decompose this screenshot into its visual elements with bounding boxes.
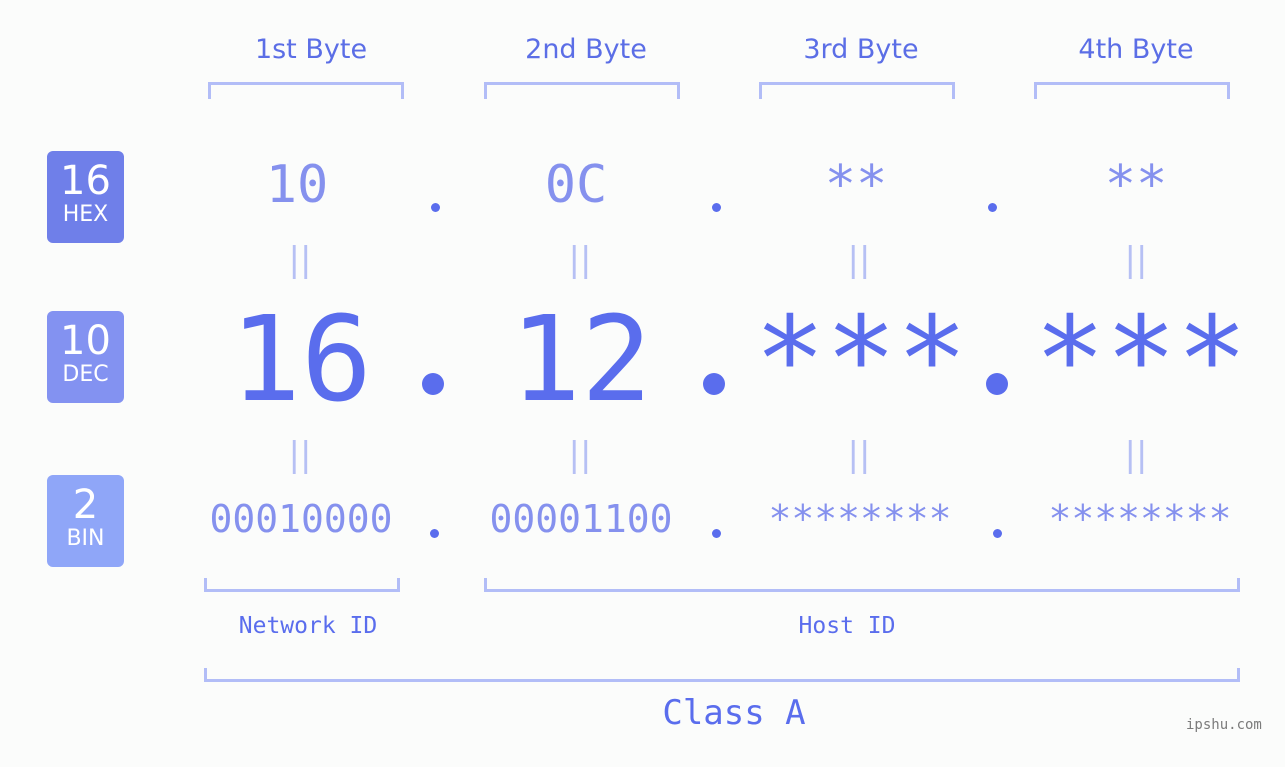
byte-bracket-3 [759, 82, 955, 99]
watermark: ipshu.com [1186, 717, 1262, 733]
equals-sign: || [288, 435, 312, 475]
hex-dot-1 [431, 203, 440, 212]
equals-sign: || [1124, 435, 1148, 475]
hex-value-1: 10 [265, 155, 329, 215]
equals-sign: || [288, 240, 312, 280]
byte-header-4: 4th Byte [1078, 34, 1194, 65]
bin-value-2: 00001100 [489, 497, 673, 541]
equals-sign: || [568, 435, 592, 475]
bin-badge-number: 2 [72, 482, 99, 528]
class-label: Class A [662, 693, 806, 733]
dec-badge-label: DEC [62, 362, 109, 387]
byte-bracket-4 [1034, 82, 1230, 99]
hex-dot-3 [988, 203, 997, 212]
hex-badge-number: 16 [60, 158, 111, 204]
equals-sign: || [568, 240, 592, 280]
equals-sign: || [847, 240, 871, 280]
network-id-bracket [204, 578, 400, 592]
dec-value-2: 12 [509, 290, 653, 428]
hex-dot-2 [712, 203, 721, 212]
class-bracket [204, 668, 1240, 682]
bin-dot-2 [712, 529, 721, 538]
hex-value-3: ** [824, 155, 888, 215]
dec-value-3: *** [754, 290, 968, 428]
byte-header-1: 1st Byte [254, 34, 368, 65]
bin-dot-3 [993, 529, 1002, 538]
dec-value-1: 16 [229, 290, 373, 428]
dec-value-4: *** [1034, 290, 1248, 428]
bin-dot-1 [430, 529, 439, 538]
host-id-label: Host ID [798, 613, 896, 639]
hex-value-4: ** [1104, 155, 1168, 215]
host-id-bracket [484, 578, 1240, 592]
dec-badge: 10 DEC [47, 311, 124, 403]
byte-header-3: 3rd Byte [803, 34, 919, 65]
dec-badge-number: 10 [60, 318, 111, 364]
equals-sign: || [847, 435, 871, 475]
hex-badge: 16 HEX [47, 151, 124, 243]
bin-value-3: ******** [768, 497, 952, 541]
network-id-label: Network ID [238, 613, 378, 639]
bin-badge: 2 BIN [47, 475, 124, 567]
byte-bracket-2 [484, 82, 680, 99]
byte-bracket-1 [208, 82, 404, 99]
equals-sign: || [1124, 240, 1148, 280]
byte-header-2: 2nd Byte [525, 34, 647, 65]
hex-value-2: 0C [544, 155, 608, 215]
hex-badge-label: HEX [62, 202, 109, 227]
dec-dot-2 [703, 373, 725, 395]
dec-dot-3 [986, 373, 1008, 395]
bin-value-1: 00010000 [209, 497, 393, 541]
bin-badge-label: BIN [66, 526, 105, 551]
bin-value-4: ******** [1048, 497, 1232, 541]
dec-dot-1 [422, 373, 444, 395]
